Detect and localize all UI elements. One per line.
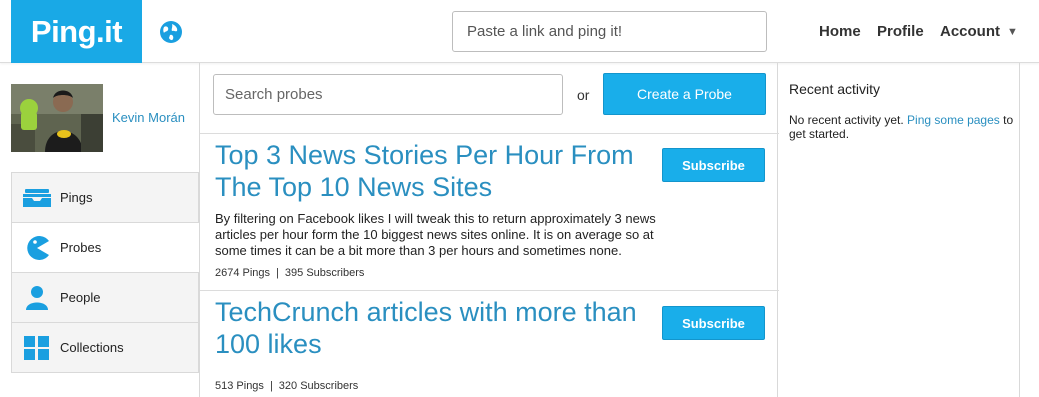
search-probes-input[interactable]	[213, 74, 563, 115]
header-bar: Ping.it Home Profile Account ▼	[0, 0, 1039, 63]
nav-account[interactable]: Account	[940, 23, 1000, 40]
left-sidebar: Kevin Morán Pings Probes People Collecti…	[11, 63, 199, 397]
sidebar-item-label: Pings	[60, 190, 93, 205]
sidebar-item-people[interactable]: People	[11, 273, 199, 323]
recent-activity-text: No recent activity yet. Ping some pages …	[789, 113, 1014, 141]
ping-some-pages-link[interactable]: Ping some pages	[907, 113, 1000, 127]
create-probe-button[interactable]: Create a Probe	[603, 73, 766, 115]
probe-title-link[interactable]: Top 3 News Stories Per Hour From The Top…	[215, 139, 645, 203]
divider	[200, 133, 779, 134]
probe-title-link[interactable]: TechCrunch articles with more than 100 l…	[215, 296, 645, 360]
grid-icon	[24, 336, 49, 360]
pings-count[interactable]: 2674 Pings	[215, 267, 270, 279]
sidebar-item-label: Collections	[60, 340, 124, 355]
recent-activity-message: No recent activity yet.	[789, 113, 908, 127]
avatar[interactable]	[11, 84, 103, 152]
chevron-down-icon[interactable]: ▼	[1007, 26, 1018, 38]
ping-link-input[interactable]	[452, 11, 767, 52]
sidebar-item-probes[interactable]: Probes	[11, 223, 199, 273]
subscribers-count[interactable]: 320 Subscribers	[279, 380, 359, 392]
sidebar-menu: Pings Probes People Collections	[11, 172, 199, 373]
divider	[200, 290, 779, 291]
pacman-icon	[27, 236, 49, 260]
recent-activity-panel: Recent activity No recent activity yet. …	[779, 63, 1020, 397]
probe-description: By filtering on Facebook likes I will tw…	[215, 211, 656, 258]
probe-stats: 513 Pings | 320 Subscribers	[215, 380, 358, 392]
stats-separator: |	[269, 380, 273, 392]
avatar-photo	[11, 84, 103, 152]
probe-stats: 2674 Pings | 395 Subscribers	[215, 267, 364, 279]
sidebar-item-label: People	[60, 290, 101, 305]
sidebar-item-collections[interactable]: Collections	[11, 323, 199, 373]
nav-home[interactable]: Home	[819, 23, 861, 40]
inbox-icon	[23, 189, 51, 207]
sidebar-item-label: Probes	[60, 240, 102, 255]
logo[interactable]: Ping.it	[11, 0, 142, 63]
recent-activity-title: Recent activity	[789, 81, 881, 97]
or-label: or	[577, 87, 590, 103]
globe-icon[interactable]	[159, 20, 183, 44]
main-content: or Create a Probe Top 3 News Stories Per…	[199, 63, 779, 397]
stats-separator: |	[276, 267, 279, 279]
sidebar-item-pings[interactable]: Pings	[11, 173, 199, 223]
subscribe-button[interactable]: Subscribe	[662, 148, 765, 182]
profile-name-link[interactable]: Kevin Morán	[112, 110, 185, 125]
pings-count[interactable]: 513 Pings	[215, 380, 264, 392]
subscribe-button[interactable]: Subscribe	[662, 306, 765, 340]
nav-profile[interactable]: Profile	[877, 23, 924, 40]
person-icon	[26, 286, 48, 310]
subscribers-count[interactable]: 395 Subscribers	[285, 267, 365, 279]
